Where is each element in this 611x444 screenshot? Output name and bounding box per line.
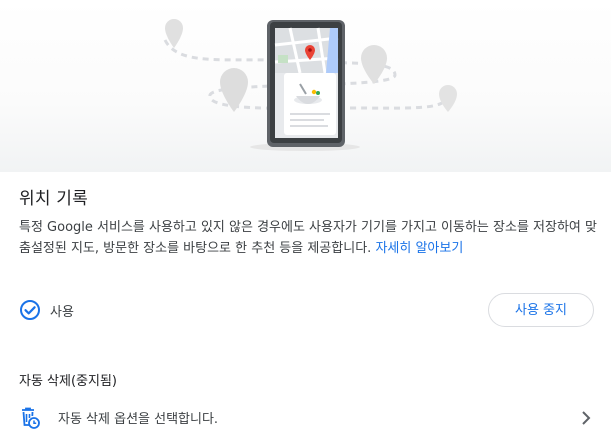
auto-delete-option-row[interactable]: 자동 삭제 옵션을 선택합니다. xyxy=(0,400,611,434)
hero-banner xyxy=(0,0,611,172)
auto-delete-icon xyxy=(19,406,41,430)
phone-map-illustration xyxy=(163,19,457,151)
auto-delete-section-title: 자동 삭제(중지됨) xyxy=(19,374,117,389)
chevron-right-icon xyxy=(580,410,592,426)
auto-delete-option-label: 자동 삭제 옵션을 선택합니다. xyxy=(58,412,219,427)
description-text: 특정 Google 서비스를 사용하고 있지 않은 경우에도 사용자가 기기를 … xyxy=(19,220,597,256)
pin-icon xyxy=(361,45,387,84)
pause-button[interactable]: 사용 중지 xyxy=(488,293,594,327)
check-circle-icon xyxy=(19,299,41,321)
page-title: 위치 기록 xyxy=(19,189,88,209)
status-label: 사용 xyxy=(50,305,74,320)
pin-icon xyxy=(439,85,457,112)
learn-more-link[interactable]: 자세히 알아보기 xyxy=(375,241,463,256)
description: 특정 Google 서비스를 사용하고 있지 않은 경우에도 사용자가 기기를 … xyxy=(19,217,599,259)
